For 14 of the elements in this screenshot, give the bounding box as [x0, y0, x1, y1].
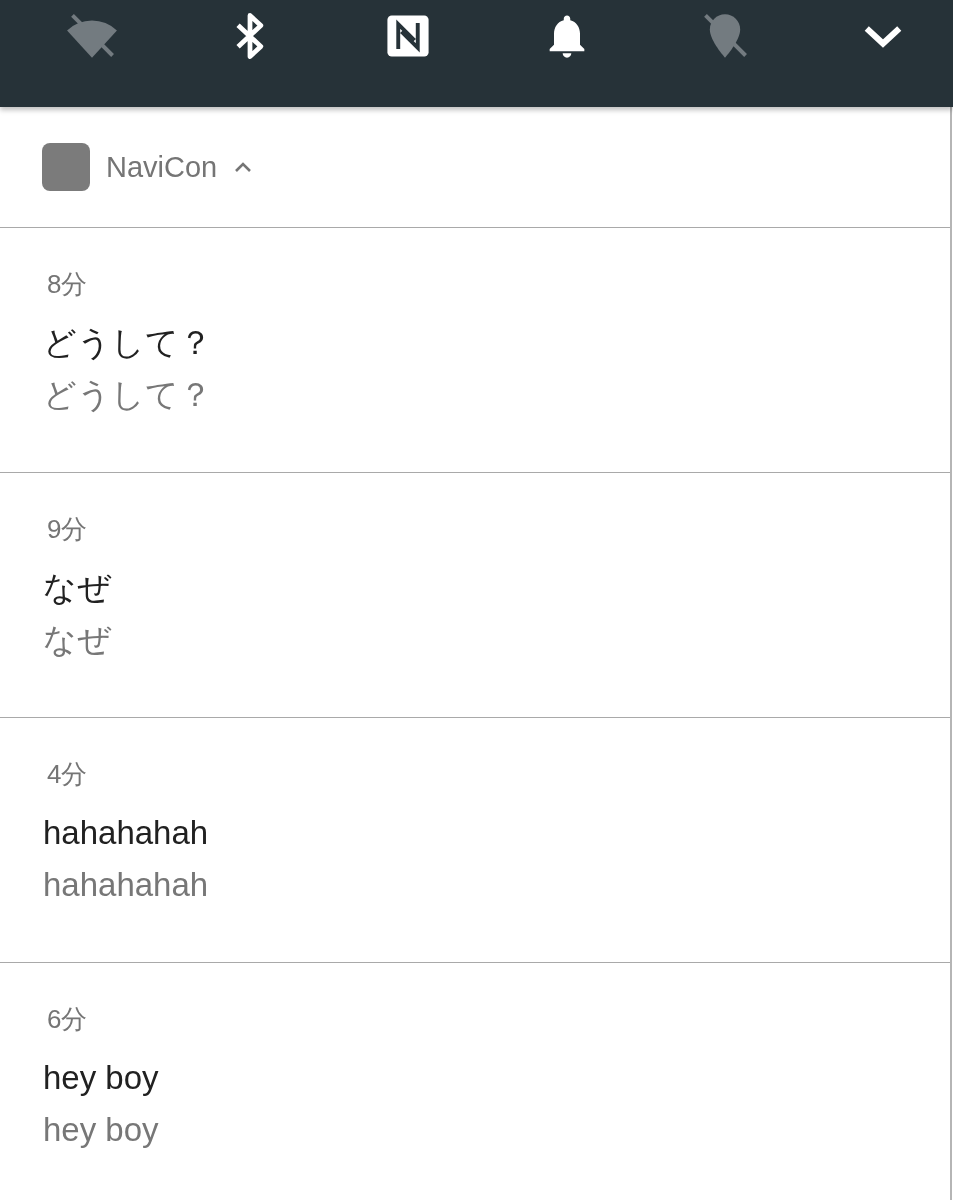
notification-text: hahahahah	[43, 866, 209, 903]
notification-title: hahahahah	[43, 814, 209, 851]
notification-time: 4分	[47, 759, 88, 789]
notification-text: どうして？	[43, 376, 212, 413]
app-icon	[42, 143, 90, 191]
notification-time: 6分	[47, 1004, 88, 1034]
notification-time: 9分	[47, 514, 88, 544]
notification-title: hey boy	[43, 1059, 159, 1096]
app-name: NaviCon	[106, 150, 218, 185]
notification-time: 8分	[47, 269, 88, 299]
notification-text: hey boy	[43, 1111, 159, 1148]
notification-title: なぜ	[43, 569, 111, 606]
notification-title: どうして？	[43, 324, 212, 361]
notification-text: なぜ	[43, 621, 111, 658]
